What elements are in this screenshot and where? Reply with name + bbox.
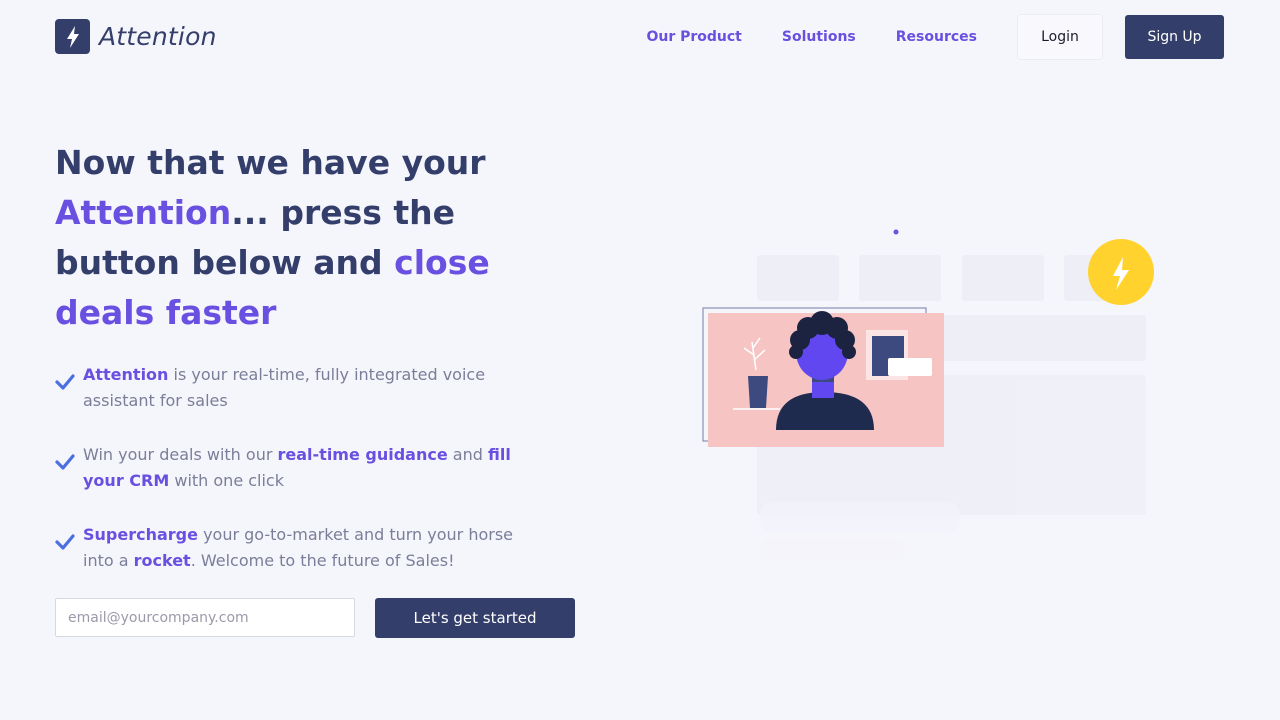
- feature-body: and: [447, 445, 488, 464]
- feature-highlight: Supercharge: [83, 525, 198, 544]
- feature-body: Win your deals with our: [83, 445, 278, 464]
- feature-text: Win your deals with our real-time guidan…: [83, 442, 525, 494]
- nav-link-our-product[interactable]: Our Product: [646, 29, 741, 45]
- get-started-button[interactable]: Let's get started: [375, 598, 575, 638]
- top-nav: Our Product Solutions Resources Login Si…: [646, 14, 1224, 60]
- headline-accent-attention: Attention: [55, 193, 232, 232]
- lightning-bolt-icon: [55, 19, 90, 54]
- feature-highlight: rocket: [133, 551, 191, 570]
- hero-illustration: [690, 220, 1170, 580]
- feature-body: with one click: [169, 471, 284, 490]
- nav-link-solutions[interactable]: Solutions: [782, 29, 856, 45]
- checkmark-icon: [55, 362, 83, 394]
- feature-list: Attention is your real-time, fully integ…: [55, 362, 525, 602]
- brand-logo[interactable]: Attention: [55, 19, 217, 54]
- nav-link-resources[interactable]: Resources: [896, 29, 977, 45]
- lightning-bolt-icon: [1088, 239, 1154, 305]
- email-field[interactable]: [55, 598, 355, 637]
- feature-highlight: Attention: [83, 365, 169, 384]
- feature-body: . Welcome to the future of Sales!: [190, 551, 455, 570]
- login-button[interactable]: Login: [1017, 14, 1103, 60]
- signup-button[interactable]: Sign Up: [1125, 15, 1224, 59]
- list-item: Supercharge your go-to-market and turn y…: [55, 522, 525, 602]
- feature-text: Supercharge your go-to-market and turn y…: [83, 522, 525, 574]
- hero-headline: Now that we have your Attention... press …: [55, 138, 575, 338]
- list-item: Win your deals with our real-time guidan…: [55, 442, 525, 522]
- list-item: Attention is your real-time, fully integ…: [55, 362, 525, 442]
- feature-highlight: real-time guidance: [277, 445, 448, 464]
- checkmark-icon: [55, 522, 83, 554]
- headline-line1: Now that we have your: [55, 143, 486, 182]
- feature-text: Attention is your real-time, fully integ…: [83, 362, 525, 414]
- checkmark-icon: [55, 442, 83, 474]
- brand-name: Attention: [99, 22, 217, 51]
